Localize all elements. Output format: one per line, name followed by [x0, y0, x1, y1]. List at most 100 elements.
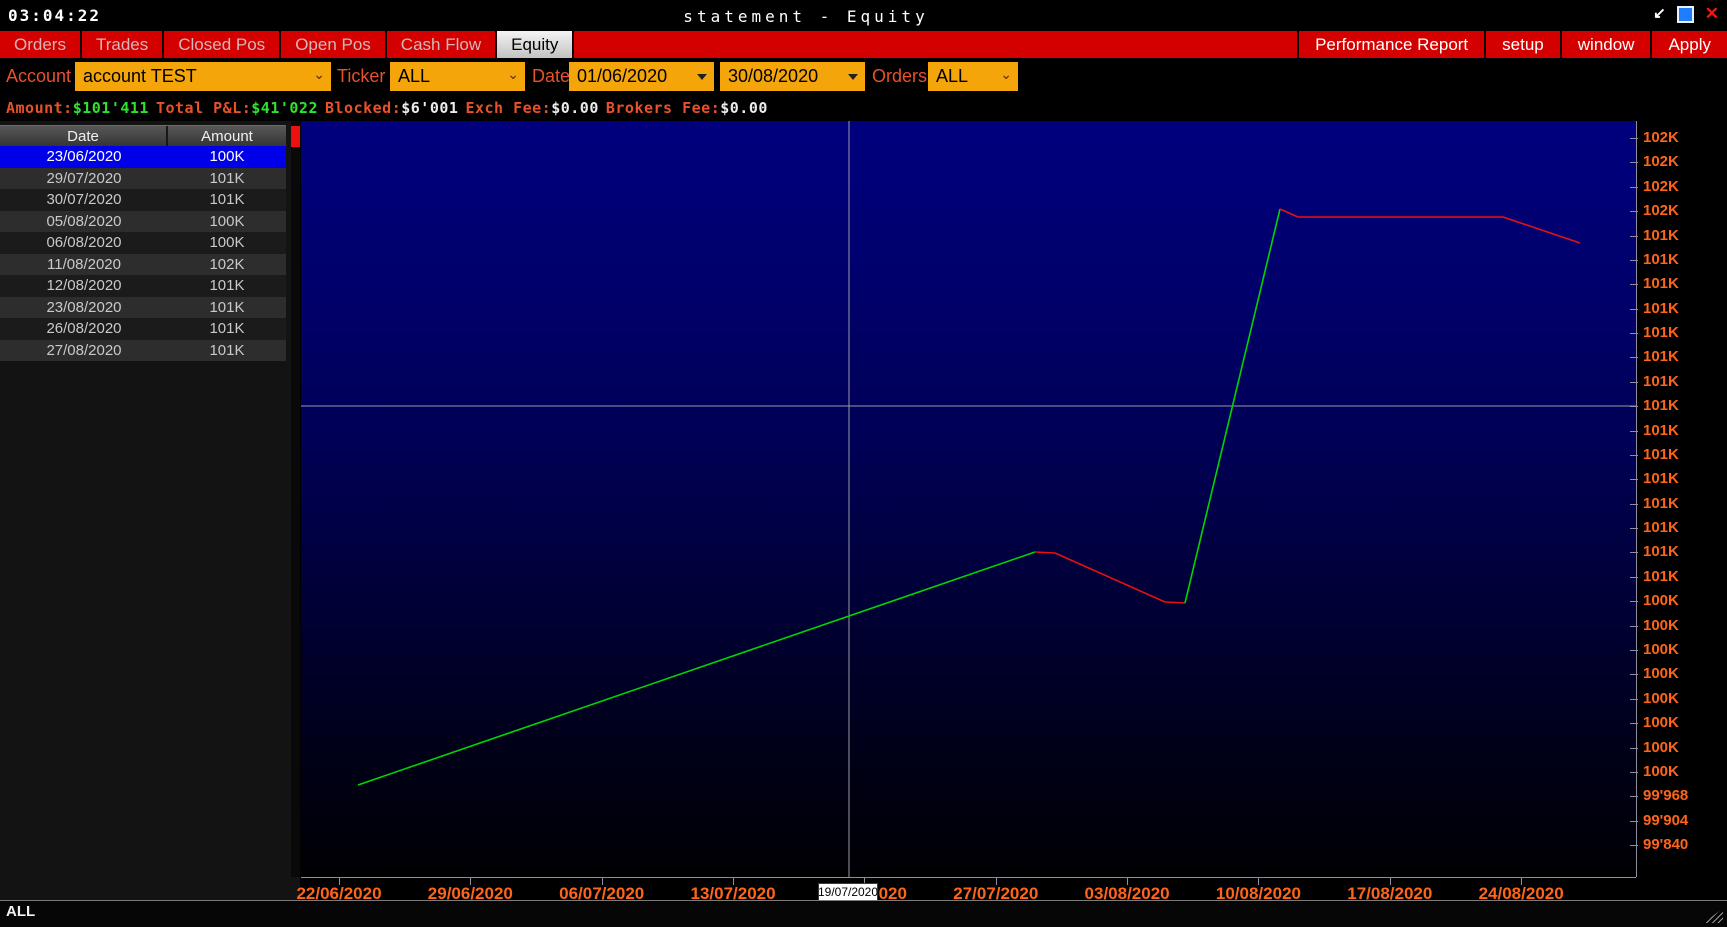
menu-item-performance-report[interactable]: Performance Report — [1297, 31, 1484, 58]
summary-value-total-p-l-: $41'022 — [251, 99, 318, 117]
y-tick — [1630, 333, 1638, 334]
y-tick — [1630, 601, 1638, 602]
y-tick-label: 101K — [1643, 447, 1679, 463]
account-select[interactable]: account TEST ⌄ — [75, 62, 331, 91]
equity-line-segment-down — [1280, 209, 1298, 217]
window-controls: ↙ ✕ — [1653, 5, 1719, 23]
table-header: Date Amount — [0, 125, 286, 146]
tab-closed-pos[interactable]: Closed Pos — [164, 31, 281, 58]
date-to-select[interactable]: 30/08/2020 — [720, 62, 865, 91]
y-tick — [1630, 455, 1638, 456]
cell-amount: 101K — [168, 340, 286, 362]
menu-bar: OrdersTradesClosed PosOpen PosCash FlowE… — [0, 31, 1727, 58]
y-tick — [1630, 674, 1638, 675]
y-tick-label: 101K — [1643, 301, 1679, 317]
summary-label-total-p-l-: Total P&L: — [156, 99, 251, 117]
table-row[interactable]: 11/08/2020102K — [0, 254, 286, 276]
y-tick-label: 101K — [1643, 325, 1679, 341]
orders-select[interactable]: ALL ⌄ — [928, 62, 1018, 91]
summary-value-brokers-fee-: $0.00 — [720, 99, 768, 117]
y-tick — [1630, 552, 1638, 553]
chevron-down-icon: ⌄ — [1000, 66, 1012, 83]
table-row[interactable]: 23/06/2020100K — [0, 146, 286, 168]
equity-table-panel: Date Amount 23/06/2020100K29/07/2020101K… — [0, 121, 300, 900]
orders-label: Orders — [872, 58, 927, 95]
cell-amount: 101K — [168, 297, 286, 319]
equity-line-segment-down — [1055, 553, 1165, 602]
table-row[interactable]: 12/08/2020101K — [0, 275, 286, 297]
minimize-icon[interactable]: ↙ — [1653, 5, 1666, 23]
account-summary-row: Amount:$101'411Total P&L:$41'022Blocked:… — [0, 95, 1727, 121]
filter-bar: Account account TEST ⌄ Ticker ALL ⌄ Date… — [0, 58, 1727, 95]
table-row[interactable]: 05/08/2020100K — [0, 211, 286, 233]
y-tick — [1630, 236, 1638, 237]
y-axis: 102K102K102K102K101K101K101K101K101K101K… — [1630, 121, 1727, 883]
y-tick — [1630, 821, 1638, 822]
cell-date: 27/08/2020 — [0, 340, 168, 362]
table-scrollbar[interactable] — [291, 121, 300, 877]
tab-open-pos[interactable]: Open Pos — [281, 31, 387, 58]
y-tick — [1630, 748, 1638, 749]
y-tick — [1630, 406, 1638, 407]
table-row[interactable]: 27/08/2020101K — [0, 340, 286, 362]
column-header-amount[interactable]: Amount — [168, 126, 286, 146]
table-row[interactable]: 29/07/2020101K — [0, 168, 286, 190]
table-body: 23/06/2020100K29/07/2020101K30/07/202010… — [0, 146, 286, 361]
close-icon[interactable]: ✕ — [1705, 5, 1719, 23]
table-row[interactable]: 23/08/2020101K — [0, 297, 286, 319]
y-tick-label: 102K — [1643, 203, 1679, 219]
menu-item-setup[interactable]: setup — [1484, 31, 1560, 58]
cell-amount: 101K — [168, 318, 286, 340]
ticker-label: Ticker — [337, 58, 385, 95]
y-tick-label: 101K — [1643, 423, 1679, 439]
y-tick — [1630, 479, 1638, 480]
date-from-select[interactable]: 01/06/2020 — [569, 62, 714, 91]
date-to-value: 30/08/2020 — [728, 66, 818, 87]
y-tick-label: 101K — [1643, 228, 1679, 244]
chevron-down-icon: ⌄ — [507, 66, 519, 83]
cell-date: 29/07/2020 — [0, 168, 168, 190]
resize-grip-icon[interactable] — [1704, 908, 1723, 923]
y-tick — [1630, 626, 1638, 627]
menu-item-window[interactable]: window — [1560, 31, 1651, 58]
clock: 03:04:22 — [8, 6, 101, 25]
orders-value: ALL — [936, 66, 968, 87]
tab-strip: OrdersTradesClosed PosOpen PosCash FlowE… — [0, 31, 574, 58]
y-tick-label: 101K — [1643, 520, 1679, 536]
summary-value-exch-fee-: $0.00 — [551, 99, 599, 117]
y-tick-label: 101K — [1643, 544, 1679, 560]
ticker-select[interactable]: ALL ⌄ — [390, 62, 525, 91]
tab-trades[interactable]: Trades — [82, 31, 164, 58]
tab-equity[interactable]: Equity — [497, 31, 574, 58]
cell-date: 12/08/2020 — [0, 275, 168, 297]
table-row[interactable]: 30/07/2020101K — [0, 189, 286, 211]
table-row[interactable]: 06/08/2020100K — [0, 232, 286, 254]
y-tick-label: 100K — [1643, 715, 1679, 731]
bottom-status-text: ALL — [6, 903, 35, 920]
tab-cash-flow[interactable]: Cash Flow — [387, 31, 497, 58]
y-tick — [1630, 382, 1638, 383]
y-tick-label: 99'840 — [1643, 837, 1688, 853]
y-tick-label: 100K — [1643, 691, 1679, 707]
y-tick-label: 101K — [1643, 374, 1679, 390]
title-bar: 03:04:22 statement - Equity ↙ ✕ — [0, 0, 1727, 31]
app-window: 03:04:22 statement - Equity ↙ ✕ OrdersTr… — [0, 0, 1727, 927]
table-row[interactable]: 26/08/2020101K — [0, 318, 286, 340]
cell-amount: 101K — [168, 189, 286, 211]
menu-item-apply[interactable]: Apply — [1650, 31, 1727, 58]
maximize-icon[interactable] — [1677, 6, 1694, 23]
y-tick — [1630, 650, 1638, 651]
scrollbar-thumb[interactable] — [291, 126, 300, 147]
cell-amount: 101K — [168, 168, 286, 190]
y-tick-label: 101K — [1643, 569, 1679, 585]
tab-orders[interactable]: Orders — [0, 31, 82, 58]
menu-right-items: Performance ReportsetupwindowApply — [1297, 31, 1727, 58]
equity-chart[interactable] — [301, 121, 1636, 877]
chart-canvas — [301, 121, 1636, 877]
y-axis-line — [1636, 121, 1637, 877]
y-tick — [1630, 504, 1638, 505]
column-header-date[interactable]: Date — [0, 126, 168, 146]
dropdown-arrow-icon — [848, 74, 858, 80]
cell-date: 30/07/2020 — [0, 189, 168, 211]
y-tick-label: 100K — [1643, 642, 1679, 658]
